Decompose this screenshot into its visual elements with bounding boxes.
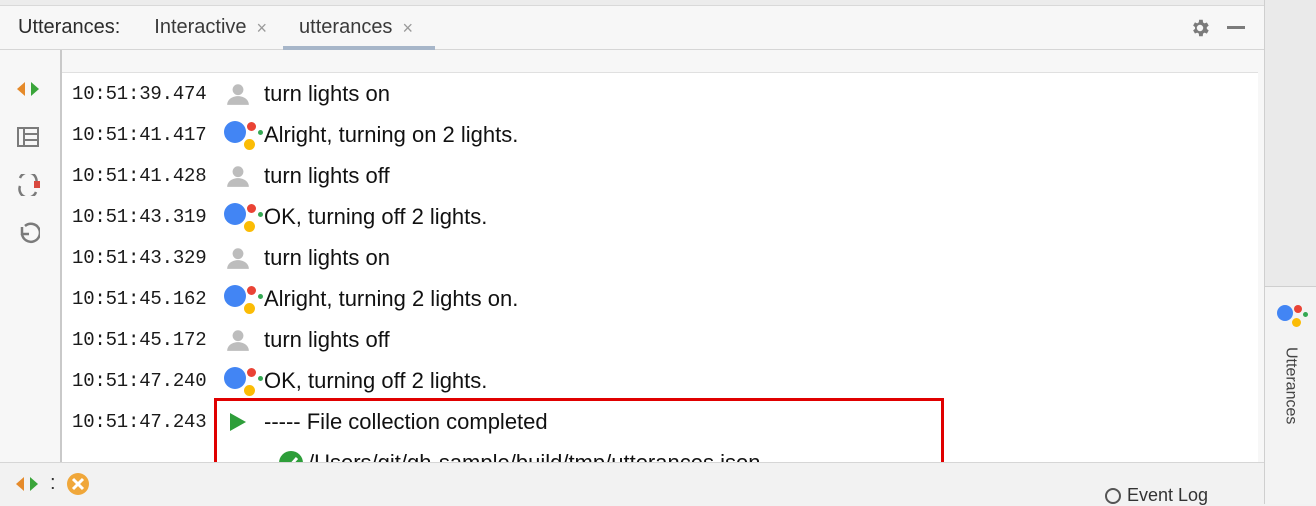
- panel-title: Utterances:: [0, 16, 138, 39]
- assistant-icon: [216, 203, 260, 231]
- separator: :: [48, 472, 56, 495]
- user-icon: [216, 163, 260, 189]
- timestamp: 10:51:45.162: [72, 288, 216, 310]
- timestamp: 10:51:43.329: [72, 247, 216, 269]
- left-toolbar: [0, 50, 56, 462]
- undo-icon: [16, 222, 40, 244]
- diff-button-footer[interactable]: [16, 474, 38, 494]
- layout-icon: [17, 127, 39, 147]
- gear-icon: [1189, 17, 1211, 39]
- sidebar-label: Utterances: [1282, 347, 1300, 424]
- log-row: 10:51:41.417 Alright, turning on 2 light…: [62, 114, 1258, 155]
- tab-label: Interactive: [154, 16, 246, 39]
- assistant-icon: [216, 121, 260, 149]
- right-sidebar: Utterances: [1264, 0, 1316, 504]
- diff-icon: [16, 474, 38, 494]
- tabbar: Utterances: Interactive × utterances ×: [0, 6, 1264, 50]
- cancel-button[interactable]: [66, 472, 90, 496]
- timestamp: 10:51:41.428: [72, 165, 216, 187]
- log-text: Alright, turning 2 lights on.: [260, 286, 518, 312]
- log-text: OK, turning off 2 lights.: [260, 204, 487, 230]
- timestamp: 10:51:41.417: [72, 124, 216, 146]
- settings-button[interactable]: [1182, 10, 1218, 46]
- timestamp: 10:51:47.243: [72, 411, 216, 433]
- tab-interactive[interactable]: Interactive ×: [138, 6, 283, 49]
- assistant-icon: [216, 367, 260, 395]
- tab-utterances[interactable]: utterances ×: [283, 6, 429, 49]
- close-icon[interactable]: ×: [402, 19, 413, 37]
- log-text: ----- File collection completed: [260, 409, 548, 435]
- diff-icon: [17, 79, 39, 99]
- log-row: 10:51:45.162 Alright, turning 2 lights o…: [62, 278, 1258, 319]
- assistant-icon: [216, 285, 260, 313]
- log-row: 10:51:47.243 ----- File collection compl…: [62, 401, 1258, 442]
- assistant-logo-icon: [1277, 305, 1305, 333]
- footer-bar: :: [0, 462, 1264, 504]
- minimize-icon: [1227, 26, 1245, 29]
- log-text: turn lights on: [260, 81, 390, 107]
- sidebar-tab-utterances[interactable]: Utterances: [1265, 286, 1316, 504]
- log-row: 10:51:43.319 OK, turning off 2 lights.: [62, 196, 1258, 237]
- refresh-icon: [16, 174, 40, 196]
- play-icon: [216, 411, 260, 433]
- user-icon: [216, 81, 260, 107]
- refresh-button[interactable]: [15, 172, 41, 198]
- log-text: Alright, turning on 2 lights.: [260, 122, 518, 148]
- timestamp: 10:51:45.172: [72, 329, 216, 351]
- log-row: 10:51:47.240 OK, turning off 2 lights.: [62, 360, 1258, 401]
- eventlog-icon: [1105, 488, 1121, 504]
- log-row: 10:51:43.329 turn lights on: [62, 237, 1258, 278]
- log-row: 10:51:45.172 turn lights off: [62, 319, 1258, 360]
- close-icon[interactable]: ×: [257, 19, 268, 37]
- minimize-button[interactable]: [1218, 10, 1254, 46]
- tab-label: utterances: [299, 16, 392, 39]
- log-text: turn lights off: [260, 327, 390, 353]
- diff-button[interactable]: [15, 76, 41, 102]
- timestamp: 10:51:39.474: [72, 83, 216, 105]
- log-row: 10:51:39.474 turn lights on: [62, 73, 1258, 114]
- log-text: OK, turning off 2 lights.: [260, 368, 487, 394]
- eventlog-label: Event Log: [1127, 485, 1208, 506]
- timestamp: 10:51:43.319: [72, 206, 216, 228]
- undo-button[interactable]: [15, 220, 41, 246]
- log-text: turn lights on: [260, 245, 390, 271]
- user-icon: [216, 327, 260, 353]
- timestamp: 10:51:47.240: [72, 370, 216, 392]
- log-panel[interactable]: 10:51:39.474 turn lights on 10:51:41.417…: [62, 72, 1258, 462]
- log-text: turn lights off: [260, 163, 390, 189]
- event-log-link[interactable]: Event Log: [1105, 485, 1208, 506]
- log-row: 10:51:41.428 turn lights off: [62, 155, 1258, 196]
- cancel-icon: [66, 472, 90, 496]
- layout-button[interactable]: [15, 124, 41, 150]
- user-icon: [216, 245, 260, 271]
